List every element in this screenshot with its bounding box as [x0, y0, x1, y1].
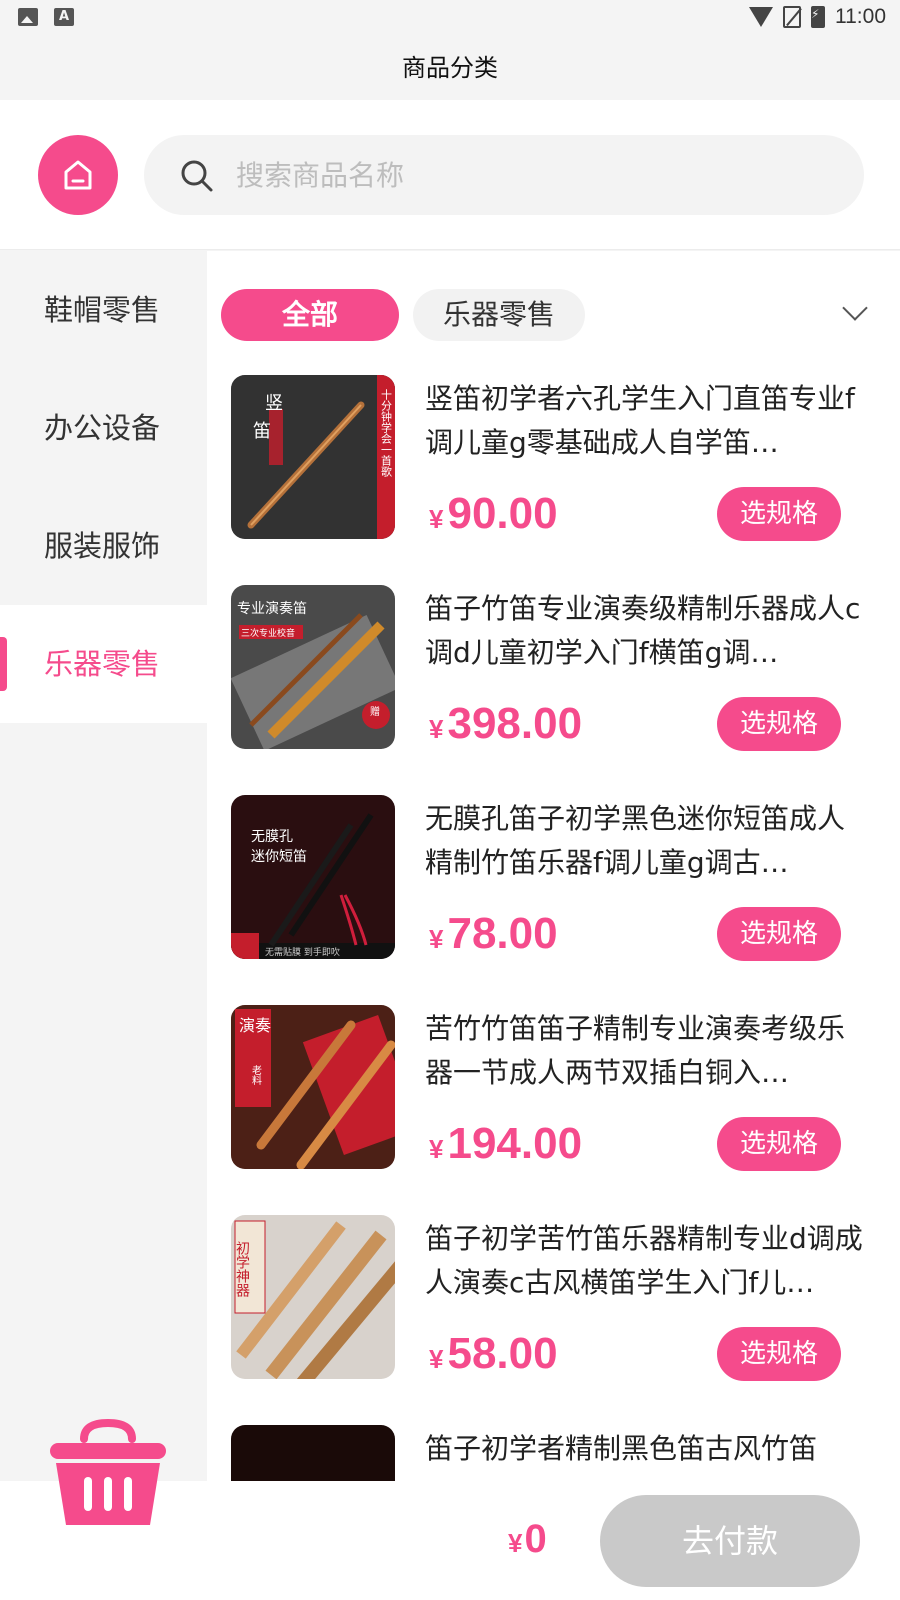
image-caption: 专业演奏笛 — [237, 601, 307, 617]
product-price: ¥78.00 — [429, 909, 558, 959]
product-item[interactable]: 专业演奏笛 三次专业校音 赠 笛子竹笛专业演奏级精制乐器成人c调d儿童初学入门f… — [207, 585, 900, 795]
subcategory-chips: 全部 乐器零售 — [221, 289, 586, 341]
image-caption: 无膜孔 — [251, 829, 293, 845]
product-item[interactable]: 无膜孔 迷你短笛 无需贴膜 到手即吹 无膜孔笛子初学黑色迷你短笛成人精制竹笛乐器… — [207, 795, 900, 1005]
home-button[interactable] — [38, 135, 118, 215]
image-caption: 演奏 — [239, 1016, 271, 1035]
product-title[interactable]: 苦竹竹笛笛子精制专业演奏考级乐器一节成人两节双插白铜入… — [425, 1007, 865, 1095]
image-caption: 竖 — [265, 393, 283, 414]
price-amount: 398.00 — [447, 699, 583, 748]
battery-charging-icon — [811, 6, 825, 28]
search-input[interactable] — [236, 135, 836, 215]
image-caption: 初学神器 — [234, 1240, 250, 1297]
checkout-button[interactable]: 去付款 — [600, 1495, 860, 1587]
price-amount: 194.00 — [447, 1119, 583, 1168]
select-spec-button[interactable]: 选规格 — [717, 907, 841, 961]
checkout-bar: ¥0 去付款 — [0, 1418, 900, 1600]
select-spec-button[interactable]: 选规格 — [717, 1327, 841, 1381]
product-title[interactable]: 竖笛初学者六孔学生入门直笛专业f调儿童g零基础成人自学笛… — [425, 377, 865, 465]
product-image[interactable]: 演奏 老料 — [231, 1005, 395, 1169]
product-image[interactable]: 初学神器 — [231, 1215, 395, 1379]
total-amount: 0 — [524, 1517, 547, 1561]
image-notification-icon — [18, 8, 38, 26]
product-image[interactable]: 竖 笛 十分钟学会一首歌 — [231, 375, 395, 539]
currency-symbol: ¥ — [508, 1528, 523, 1558]
chip-instruments[interactable]: 乐器零售 — [413, 289, 586, 341]
sidebar-item-office-equipment[interactable]: 办公设备 — [0, 369, 207, 487]
product-item[interactable]: 笛子初学者精制黑色笛古风竹笛 — [207, 1425, 900, 1481]
image-caption: 迷你短笛 — [251, 849, 307, 865]
search-bar[interactable] — [144, 135, 864, 215]
currency-symbol: ¥ — [429, 714, 444, 744]
page-title: 商品分类 — [0, 36, 900, 100]
price-amount: 58.00 — [447, 1329, 558, 1378]
product-title[interactable]: 无膜孔笛子初学黑色迷你短笛成人精制竹笛乐器f调儿童g调古… — [425, 797, 865, 885]
product-item[interactable]: 初学神器 笛子初学苦竹笛乐器精制专业d调成人演奏c古风横笛学生入门f儿… ¥58… — [207, 1215, 900, 1425]
search-header — [0, 100, 900, 250]
text-notification-icon: A — [54, 8, 74, 26]
product-price: ¥398.00 — [429, 699, 582, 749]
chevron-down-icon[interactable] — [842, 295, 868, 321]
select-spec-button[interactable]: 选规格 — [717, 697, 841, 751]
image-caption: 三次专业校音 — [241, 627, 295, 639]
sidebar-item-clothing[interactable]: 服装服饰 — [0, 487, 207, 605]
product-image[interactable]: 专业演奏笛 三次专业校音 赠 — [231, 585, 395, 749]
product-image[interactable] — [231, 1425, 395, 1481]
product-title[interactable]: 笛子竹笛专业演奏级精制乐器成人c调d儿童初学入门f横笛g调… — [425, 587, 865, 675]
currency-symbol: ¥ — [429, 1344, 444, 1374]
sidebar-item-instruments[interactable]: 乐器零售 — [0, 605, 207, 723]
currency-symbol: ¥ — [429, 924, 444, 954]
price-amount: 78.00 — [447, 909, 558, 958]
select-spec-button[interactable]: 选规格 — [717, 487, 841, 541]
product-item[interactable]: 竖 笛 十分钟学会一首歌 竖笛初学者六孔学生入门直笛专业f调儿童g零基础成人自学… — [207, 375, 900, 585]
status-time: 11:00 — [835, 5, 886, 28]
shopping-basket-icon[interactable] — [46, 1418, 170, 1533]
product-price: ¥58.00 — [429, 1329, 558, 1379]
cart-total: ¥0 — [508, 1517, 547, 1562]
image-caption: 赠 — [370, 705, 380, 718]
product-panel: 全部 乐器零售 竖 笛 十分钟学会一首歌 竖笛初学者六孔学生入门直笛专业f调儿童… — [207, 251, 900, 1481]
home-icon — [64, 160, 92, 190]
product-price: ¥194.00 — [429, 1119, 582, 1169]
status-bar: A 11:00 — [0, 0, 900, 36]
chip-all[interactable]: 全部 — [221, 289, 399, 341]
price-amount: 90.00 — [447, 489, 558, 538]
image-caption: 无需贴膜 到手即吹 — [265, 946, 340, 958]
image-caption: 笛 — [253, 421, 271, 442]
image-caption: 十分钟学会一首歌 — [380, 388, 393, 478]
product-image[interactable]: 无膜孔 迷你短笛 无需贴膜 到手即吹 — [231, 795, 395, 959]
wifi-icon — [749, 7, 773, 27]
select-spec-button[interactable]: 选规格 — [717, 1117, 841, 1171]
image-caption: 老料 — [250, 1064, 262, 1086]
sidebar-item-shoes-hats[interactable]: 鞋帽零售 — [0, 251, 207, 369]
category-sidebar: 鞋帽零售 办公设备 服装服饰 乐器零售 — [0, 251, 207, 1481]
currency-symbol: ¥ — [429, 1134, 444, 1164]
product-price: ¥90.00 — [429, 489, 558, 539]
product-item[interactable]: 演奏 老料 苦竹竹笛笛子精制专业演奏考级乐器一节成人两节双插白铜入… ¥194.… — [207, 1005, 900, 1215]
product-list: 竖 笛 十分钟学会一首歌 竖笛初学者六孔学生入门直笛专业f调儿童g零基础成人自学… — [207, 375, 900, 1481]
no-sim-icon — [783, 6, 801, 28]
product-title[interactable]: 笛子初学苦竹笛乐器精制专业d调成人演奏c古风横笛学生入门f儿… — [425, 1217, 865, 1305]
search-icon — [181, 160, 213, 192]
product-title[interactable]: 笛子初学者精制黑色笛古风竹笛 — [425, 1427, 865, 1481]
currency-symbol: ¥ — [429, 504, 444, 534]
